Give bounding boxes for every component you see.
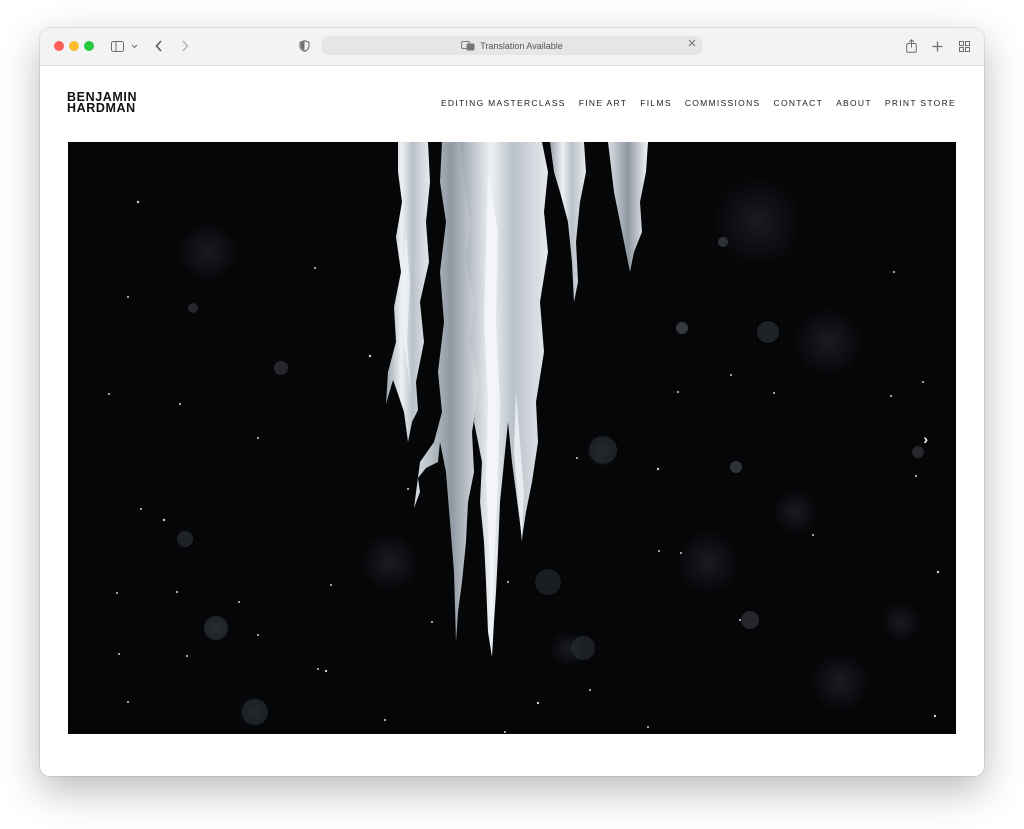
logo-line-2: HARDMAN [67, 101, 136, 115]
web-page: BENJAMIN HARDMAN EDITING MASTERCLASS FIN… [40, 66, 984, 776]
privacy-shield-icon[interactable] [298, 36, 310, 56]
chevron-down-icon[interactable] [130, 36, 138, 56]
minimize-window-button[interactable] [69, 41, 79, 51]
tab-overview-icon[interactable] [958, 36, 970, 56]
main-nav: EDITING MASTERCLASS FINE ART FILMS COMMI… [441, 98, 956, 108]
close-icon[interactable] [688, 39, 696, 49]
chevron-right-icon[interactable]: › [923, 431, 928, 447]
address-text: Translation Available [480, 40, 563, 51]
new-tab-icon[interactable] [931, 36, 943, 56]
nav-contact[interactable]: CONTACT [774, 98, 824, 108]
zoom-window-button[interactable] [84, 41, 94, 51]
hero-slideshow[interactable]: › [68, 142, 956, 734]
nav-print-store[interactable]: PRINT STORE [885, 98, 956, 108]
translate-icon[interactable] [461, 40, 475, 51]
sidebar-icon[interactable] [110, 36, 124, 56]
close-window-button[interactable] [54, 41, 64, 51]
nav-films[interactable]: FILMS [640, 98, 672, 108]
share-icon[interactable] [905, 36, 917, 56]
forward-button[interactable] [179, 36, 191, 56]
browser-window: Translation Available BENJAMIN HARDMAN E… [40, 28, 984, 776]
address-bar[interactable]: Translation Available [322, 36, 702, 55]
nav-about[interactable]: ABOUT [836, 98, 872, 108]
nav-fine-art[interactable]: FINE ART [579, 98, 628, 108]
browser-toolbar: Translation Available [40, 28, 984, 66]
back-button[interactable] [153, 36, 165, 56]
site-logo[interactable]: BENJAMIN HARDMAN [67, 91, 137, 115]
hero-icicle-photo [68, 142, 956, 734]
nav-commissions[interactable]: COMMISSIONS [685, 98, 761, 108]
nav-editing-masterclass[interactable]: EDITING MASTERCLASS [441, 98, 566, 108]
